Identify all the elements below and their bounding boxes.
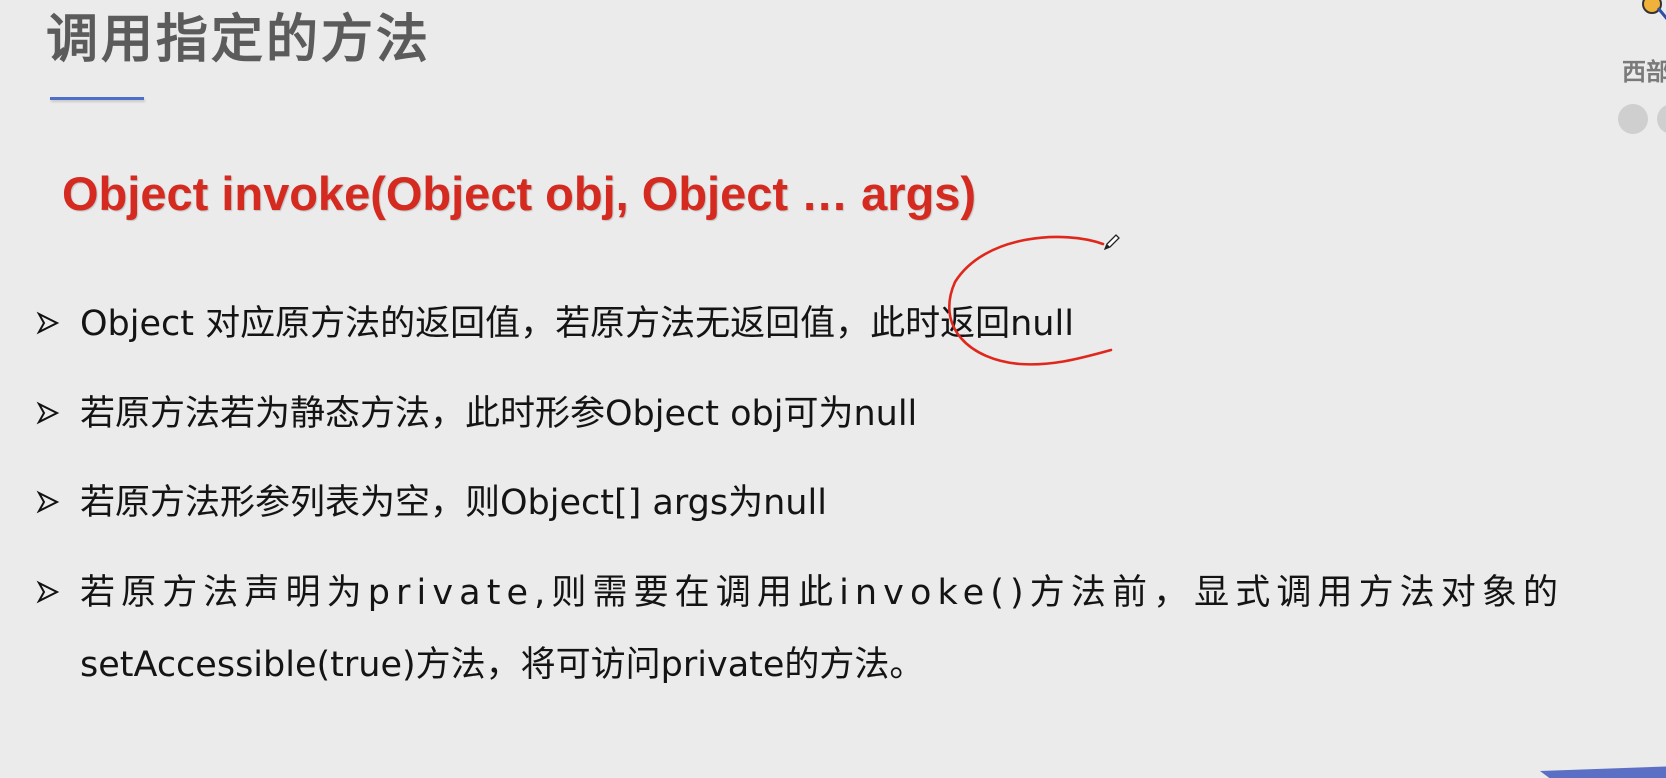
corner-decoration (1540, 766, 1666, 778)
bullet-text: 若原方法若为静态方法，此时形参Object obj可为null (80, 394, 918, 434)
side-control-dot[interactable] (1618, 104, 1648, 134)
bullet-text: Object 对应原方法的返回值，若原方法无返回值，此时返回null (80, 304, 1074, 344)
bullet-arrow-icon (36, 311, 60, 335)
brand-logo-icon (1642, 0, 1666, 20)
title-underline (50, 97, 144, 100)
slide: 调用指定的方法 Object invoke(Object obj, Object… (0, 0, 1666, 778)
bullet-text: 若原方法声明为private,则需要在调用此invoke()方法前，显式调用方法… (80, 573, 1565, 613)
pen-cursor-icon (1103, 234, 1120, 251)
slide-title: 调用指定的方法 (46, 10, 432, 70)
bullet-arrow-icon (36, 490, 60, 514)
bullet-arrow-icon (36, 401, 60, 425)
pen-annotation-circle (948, 235, 1113, 366)
bullet-text: 若原方法形参列表为空，则Object[] args为null (80, 483, 827, 523)
bullet-arrow-icon (36, 580, 60, 604)
side-brand-text: 西部 (1622, 58, 1666, 86)
method-signature: Object invoke(Object obj, Object … args) (62, 167, 977, 220)
side-control-dot[interactable] (1657, 104, 1666, 134)
bullet-text-continuation: setAccessible(true)方法，将可访问private的方法。 (80, 645, 925, 685)
